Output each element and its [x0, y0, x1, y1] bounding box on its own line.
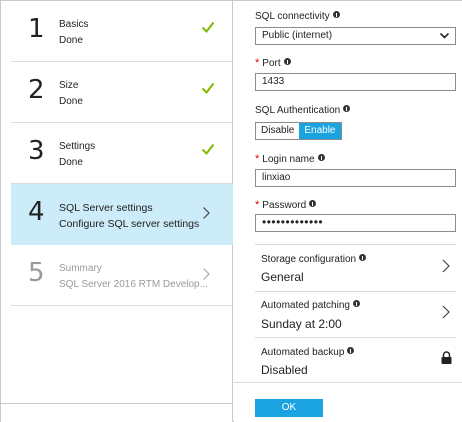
info-icon[interactable]	[283, 58, 291, 65]
step-number: 2	[28, 75, 45, 105]
step-status: Done	[59, 96, 83, 107]
footer-divider	[234, 382, 462, 383]
chevron-right-icon	[442, 259, 450, 273]
sql-authentication-toggle[interactable]: Disable Enable	[255, 122, 342, 140]
connectivity-label: SQL connectivity	[255, 11, 340, 22]
port-input[interactable]: 1433	[255, 73, 456, 91]
port-label: * Port	[255, 57, 291, 69]
chevron-right-icon	[203, 268, 210, 280]
step-title: Size	[59, 80, 79, 91]
info-icon[interactable]	[309, 200, 317, 207]
wizard-steps-panel: 1 Basics Done 2 Size Done 3 Settings Don…	[1, 1, 233, 422]
step-status: Configure SQL server settings	[59, 218, 200, 230]
storage-configuration-value: General	[261, 270, 304, 284]
sql-server-settings-blade: 1 Basics Done 2 Size Done 3 Settings Don…	[0, 0, 462, 422]
divider	[255, 244, 456, 245]
step-status: Done	[59, 35, 83, 46]
automated-backup-title: Automated backup	[261, 347, 355, 358]
info-icon[interactable]	[317, 154, 325, 161]
step-summary[interactable]: 5 Summary SQL Server 2016 RTM Develop...	[11, 245, 233, 306]
automated-patching-value: Sunday at 2:00	[261, 317, 342, 331]
sql-authentication-label: SQL Authentication	[255, 105, 351, 116]
step-title: SQL Server settings	[59, 202, 153, 214]
info-icon[interactable]	[332, 11, 340, 18]
check-icon	[201, 21, 215, 34]
ok-button[interactable]: OK	[255, 399, 323, 417]
sql-connectivity-dropdown[interactable]: Public (internet)	[255, 27, 456, 45]
lock-icon	[441, 351, 452, 364]
step-number: 5	[28, 258, 45, 288]
step-number: 1	[28, 14, 45, 44]
check-icon	[201, 143, 215, 156]
footer-divider	[1, 403, 233, 404]
info-icon[interactable]	[347, 347, 355, 354]
automated-patching-title: Automated patching	[261, 300, 360, 311]
enable-option[interactable]: Enable	[299, 123, 341, 139]
divider	[255, 291, 456, 292]
step-number: 3	[28, 136, 45, 166]
sql-settings-form: SQL connectivity Public (internet) * Port…	[234, 1, 462, 422]
password-input[interactable]: •••••••••••••	[255, 214, 456, 232]
info-icon[interactable]	[359, 254, 367, 261]
step-status: Done	[59, 157, 83, 168]
password-label: * Password	[255, 199, 317, 211]
login-name-input[interactable]: linxiao	[255, 169, 456, 187]
step-basics[interactable]: 1 Basics Done	[11, 1, 233, 62]
step-title: Summary	[59, 263, 102, 274]
chevron-right-icon	[442, 305, 450, 319]
storage-configuration-title: Storage configuration	[261, 254, 367, 265]
step-title: Basics	[59, 19, 89, 30]
info-icon[interactable]	[343, 105, 351, 112]
step-sql-server-settings[interactable]: 4 SQL Server settings Configure SQL serv…	[11, 184, 233, 245]
login-name-label: * Login name	[255, 153, 325, 165]
step-number: 4	[28, 197, 45, 227]
automated-backup-value: Disabled	[261, 363, 308, 377]
divider	[255, 337, 456, 338]
step-status: SQL Server 2016 RTM Develop...	[59, 279, 208, 290]
check-icon	[201, 82, 215, 95]
step-size[interactable]: 2 Size Done	[11, 62, 233, 123]
step-settings[interactable]: 3 Settings Done	[11, 123, 233, 184]
chevron-right-icon	[203, 207, 210, 219]
step-title: Settings	[59, 141, 96, 152]
chevron-down-icon	[440, 33, 449, 39]
disable-option[interactable]: Disable	[256, 123, 300, 139]
info-icon[interactable]	[352, 300, 360, 307]
